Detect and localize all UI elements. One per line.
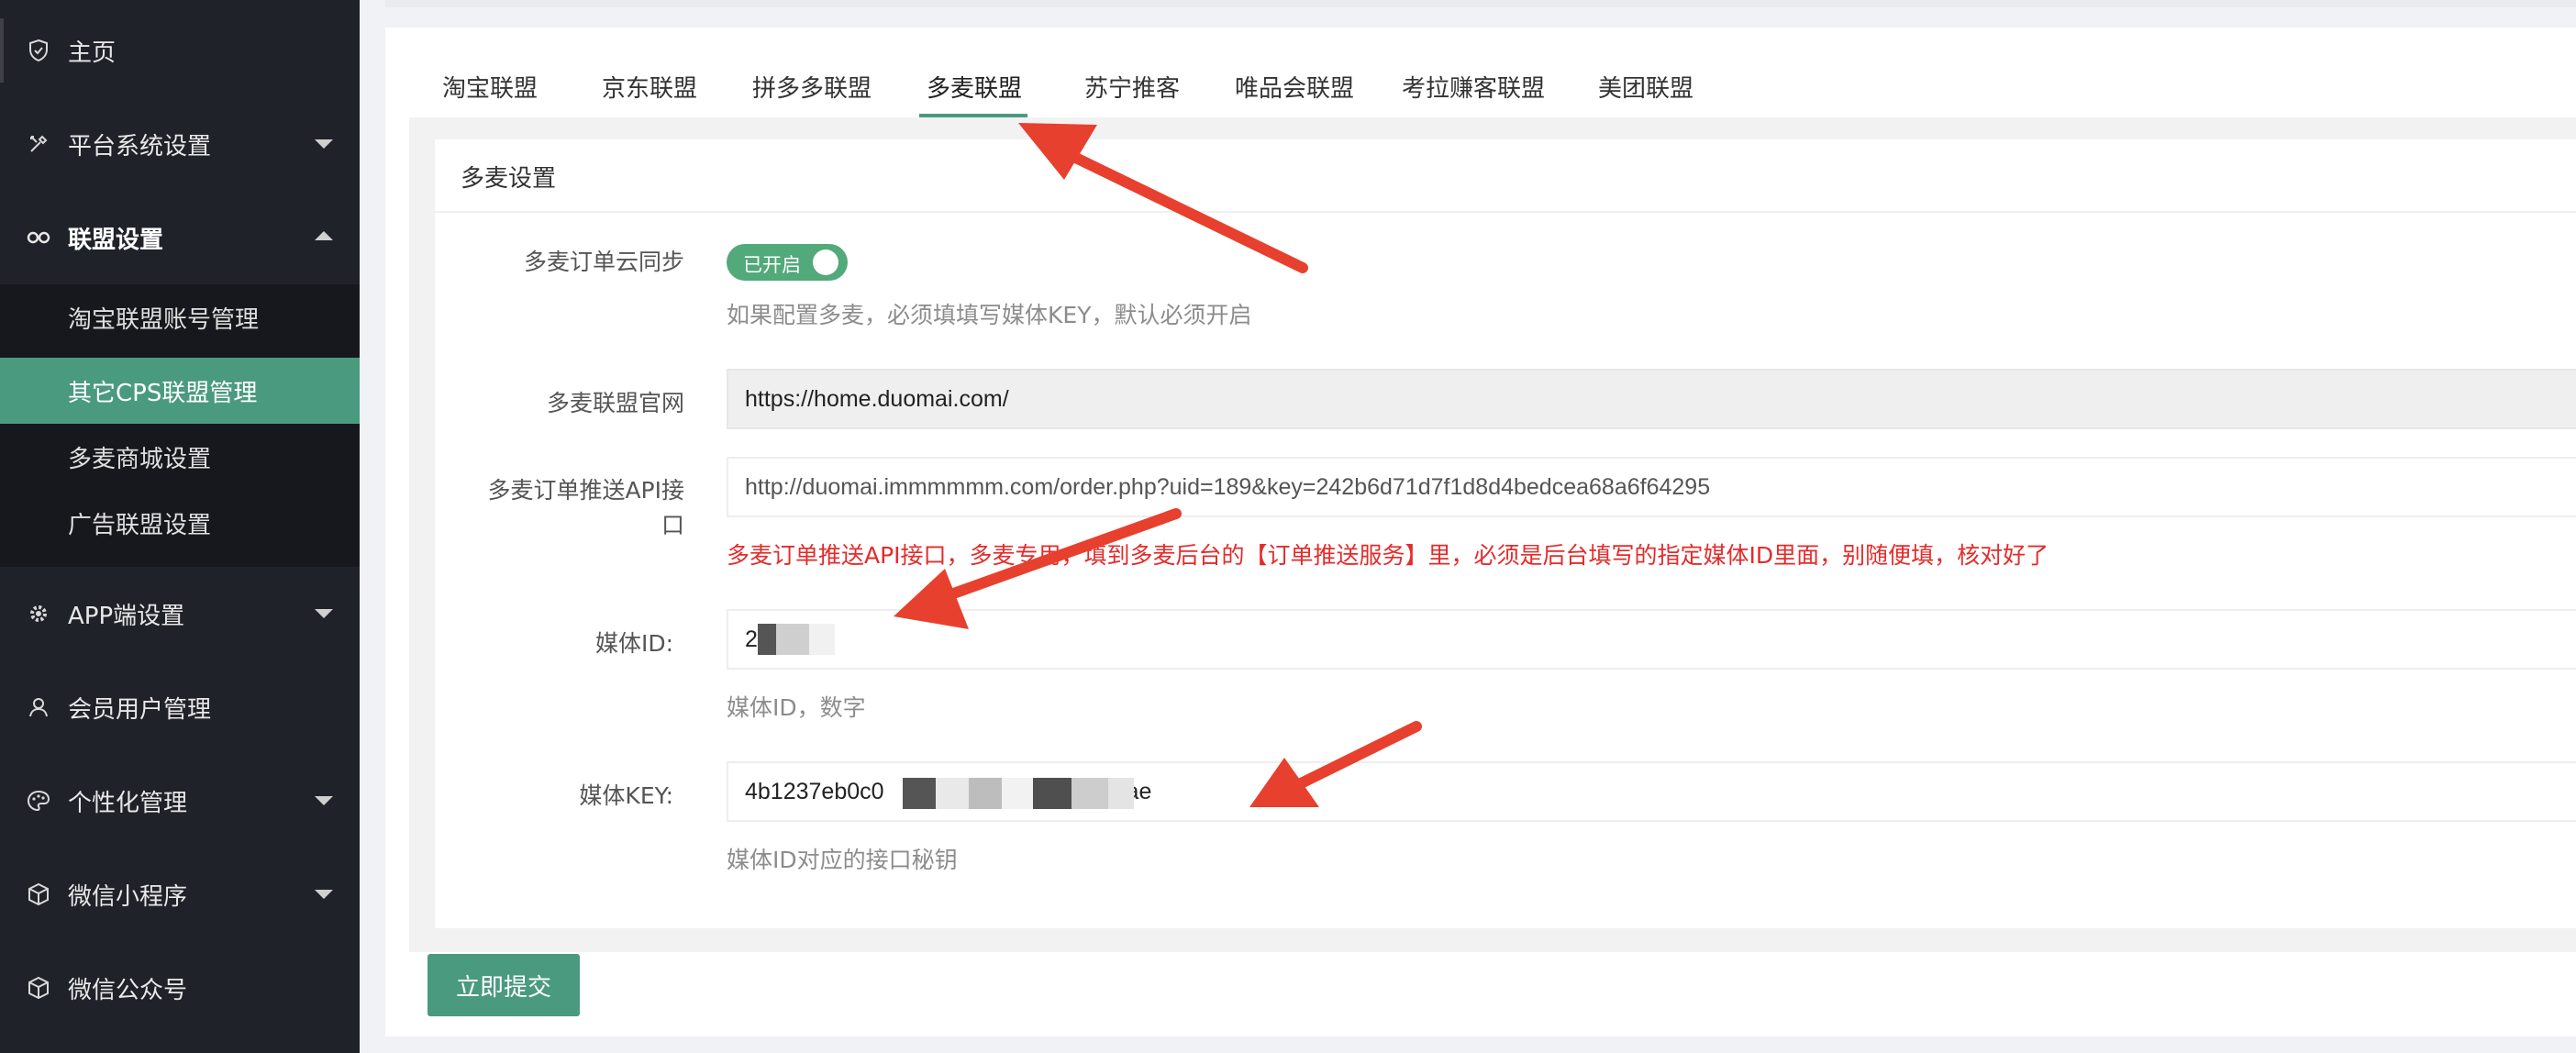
annotation-arrows [894, 123, 1422, 807]
annotation-arrow [1249, 721, 1422, 807]
annotation-arrow [1018, 123, 1308, 273]
annotation-arrow [894, 508, 1182, 629]
